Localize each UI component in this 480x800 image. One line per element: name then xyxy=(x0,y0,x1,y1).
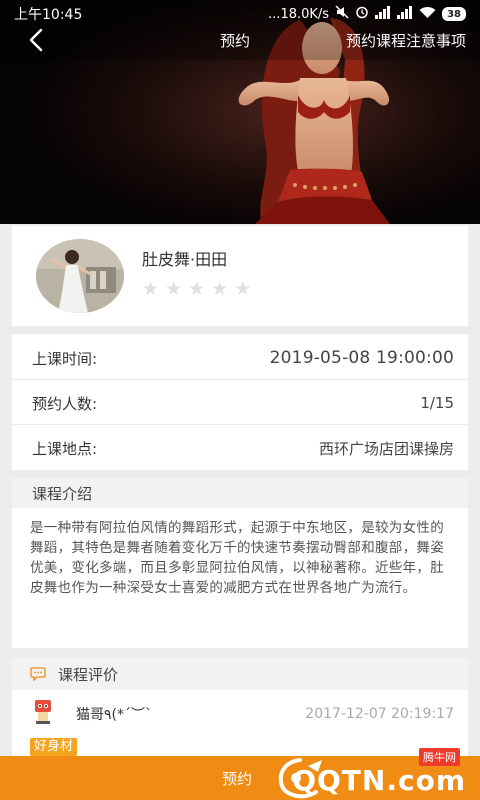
course-hero-image: 上午10:45 ...18.0K/s 38 预约 预约课程注意事项 xyxy=(0,0,480,224)
course-info-card: 上课时间: 2019-05-08 19:00:00 预约人数: 1/15 上课地… xyxy=(12,334,468,470)
teacher-card[interactable]: 肚皮舞·田田 ★ ★ ★ ★ ★ xyxy=(12,226,468,326)
intro-text: 是一种带有阿拉伯风情的舞蹈形式，起源于中东地区，是较为女性的舞蹈，其特色是舞者随… xyxy=(12,508,468,648)
review-heading-label: 课程评价 xyxy=(58,665,119,684)
review-tag: 好身材 xyxy=(30,738,78,756)
teacher-avatar xyxy=(36,239,124,313)
back-chevron-icon xyxy=(29,28,43,52)
reviewer-name: 猫哥٩(*´︶` xyxy=(76,707,152,723)
divider xyxy=(12,424,468,425)
wifi-icon xyxy=(419,6,436,23)
review-item[interactable]: 猫哥٩(*´︶` 2017-12-07 20:19:17 xyxy=(12,690,468,738)
battery-icon: 38 xyxy=(442,7,466,21)
network-speed: ...18.0K/s xyxy=(268,6,330,22)
intro-heading: 课程介绍 xyxy=(12,478,468,508)
rating-stars: ★ ★ ★ ★ ★ xyxy=(142,280,251,299)
review-time: 2017-12-07 20:19:17 xyxy=(305,706,454,722)
nav-bar: 预约 预约课程注意事项 xyxy=(0,28,480,52)
status-time: 上午10:45 xyxy=(14,7,83,23)
watermark: 腾牛网 QQTN.com xyxy=(264,748,474,800)
info-label: 预约人数: xyxy=(32,394,98,413)
booking-notes-link[interactable]: 预约课程注意事项 xyxy=(346,30,466,51)
chat-bubble-icon xyxy=(30,667,46,681)
reviewer-avatar xyxy=(32,698,54,724)
status-icons: ...18.0K/s 38 xyxy=(268,5,466,23)
back-button[interactable] xyxy=(22,25,50,55)
book-button-label: 预约 xyxy=(222,770,253,788)
status-bar: 上午10:45 ...18.0K/s 38 xyxy=(0,0,480,28)
review-heading: 课程评价 xyxy=(12,658,468,690)
teacher-name: 肚皮舞·田田 xyxy=(142,250,228,269)
info-value: 2019-05-08 19:00:00 xyxy=(269,348,454,368)
star-icon: ★ xyxy=(234,278,252,300)
star-icon: ★ xyxy=(188,278,206,300)
info-row-time: 上课时间: 2019-05-08 19:00:00 xyxy=(12,336,468,380)
info-label: 上课地点: xyxy=(32,439,98,458)
signal-icon xyxy=(375,5,391,23)
info-row-count: 预约人数: 1/15 xyxy=(12,381,468,425)
info-label: 上课时间: xyxy=(32,349,98,368)
mute-icon xyxy=(335,5,349,23)
star-icon: ★ xyxy=(165,278,183,300)
watermark-big: QQTN.com xyxy=(292,764,466,797)
info-value: 西环广场店团课操房 xyxy=(318,439,454,458)
star-icon: ★ xyxy=(142,278,160,300)
alarm-icon xyxy=(355,5,369,23)
page-title: 预约 xyxy=(220,32,251,50)
divider xyxy=(12,379,468,380)
info-row-location: 上课地点: 西环广场店团课操房 xyxy=(12,426,468,470)
book-button[interactable]: 预约 腾牛网 QQTN.com xyxy=(0,748,480,800)
info-value: 1/15 xyxy=(420,394,454,412)
signal-icon xyxy=(397,5,413,23)
star-icon: ★ xyxy=(211,278,229,300)
